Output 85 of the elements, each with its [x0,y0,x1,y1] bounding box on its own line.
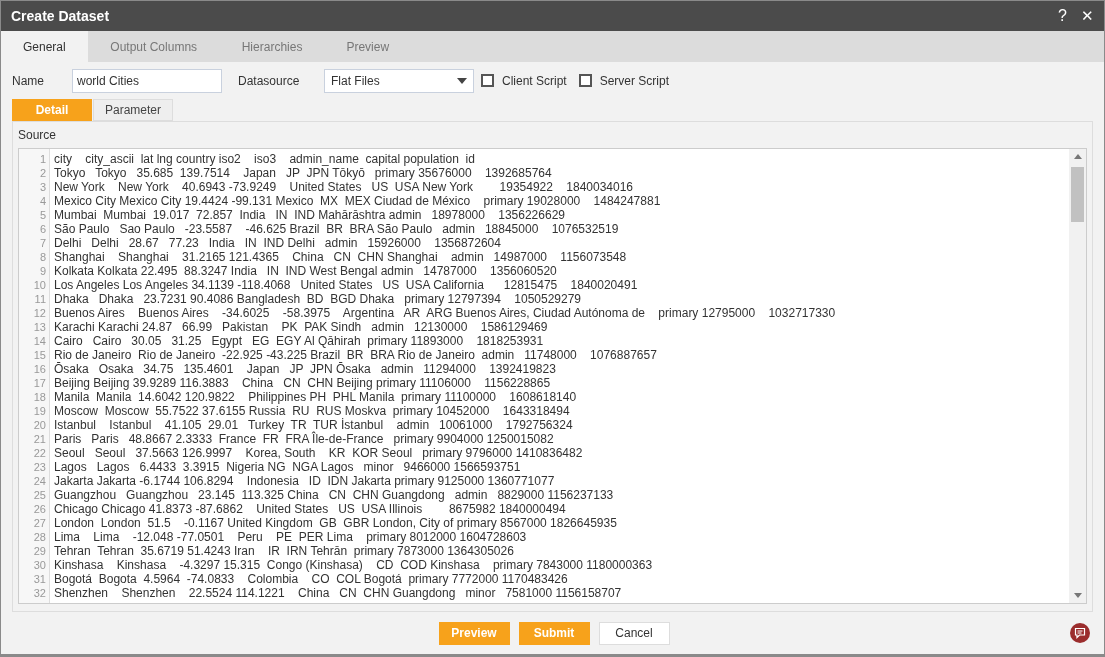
code-line: Karachi Karachi 24.87 66.99 Pakistan PK PAK Sindh admin 12130000 1586129469 [54,320,548,334]
code-line: Tokyo Tokyo 35.685 139.7514 Japan JP JPN Tōkyō primary 35676000 1392685764 [54,166,552,180]
line-number: 21 [33,432,46,446]
checkbox-label: Client Script [502,72,567,90]
line-number: 18 [33,390,46,404]
code-line: Lagos Lagos 6.4433 3.3915 Nigeria NG NGA Lagos minor 9466000 1566593751 [54,460,521,474]
checkbox-label: Server Script [599,72,670,90]
code-line: Los Angeles Los Angeles 34.1139 -118.4068 United States US USA California 12815475 1840020491 [54,278,638,292]
source-label: Source [17,127,58,144]
code-line: Chicago Chicago 41.8373 -87.6862 United States US USA Illinois 8675982 1840000494 [54,502,566,516]
datasource-label: Datasource [238,72,301,90]
code-line: Istanbul Istanbul 41.105 29.01 Turkey TR TUR İstanbul admin 10061000 1792756324 [54,418,573,432]
code-line: Mumbai Mumbai 19.017 72.857 India IN IND Mahārāshtra admin 18978000 1356226629 [54,208,565,222]
line-number: 31 [33,572,46,586]
line-number: 23 [33,460,46,474]
line-number: 17 [33,376,46,390]
line-number: 3 [39,180,46,194]
line-number: 10 [33,278,46,292]
line-number: 15 [33,348,46,362]
subtab[interactable]: Parameter [93,99,173,121]
code-line: Bogotá Bogota 4.5964 -74.0833 Colombia CO COL Bogotá primary 7772000 1170483426 [54,572,568,586]
code-line: Moscow Moscow 55.7522 37.6155 Russia RU RUS Moskva primary 10452000 1643318494 [54,404,570,418]
line-number: 5 [39,208,46,222]
line-number: 29 [33,544,46,558]
line-number: 11 [34,292,46,306]
code-line: Shanghai Shanghai 31.2165 121.4365 China CN CHN Shanghai admin 14987000 1156073548 [54,250,627,264]
checkbox[interactable] [481,74,494,87]
code-line: Tehran Tehran 35.6719 51.4243 Iran IR IRN Tehrān primary 7873000 1364305026 [54,544,514,558]
line-number: 13 [33,320,46,334]
code-line: Rio de Janeiro Rio de Janeiro -22.925 -43.225 Brazil BR BRA Rio de Janeiro admin 11748000 1076887657 [54,348,657,362]
line-number: 22 [33,446,46,460]
code-line: London London 51.5 -0.1167 United Kingdom GB GBR London, City of primary 8567000 1826645935 [54,516,617,530]
line-number: 25 [33,488,46,502]
checkbox[interactable] [578,74,592,87]
window-title: Create Dataset [11,6,111,26]
line-number: 19 [33,404,46,418]
line-number: 1 [39,152,46,166]
line-number: 32 [33,586,46,600]
scroll-down-icon [1073,593,1082,598]
scroll-thumb[interactable] [1071,167,1084,222]
scroll-up-icon [1073,154,1082,159]
line-number: 26 [33,502,46,516]
code-line: Paris Paris 48.8667 2.3333 France FR FRA Île-de-France primary 9904000 1250015082 [54,432,554,446]
code-line: Manila Manila 14.6042 120.9822 Philippines PH PHL Manila primary 11100000 1608618140 [54,390,577,404]
close-button[interactable]: ✕ [1081,4,1094,28]
line-number: 27 [33,516,46,530]
line-number: 2 [39,166,46,180]
code-line: Shenzhen Shenzhen 22.5524 114.1221 China CN CHN Guangdong minor 7581000 1156158707 [54,586,622,600]
code-line: Kolkata Kolkata 22.495 88.3247 India IN IND West Bengal admin 14787000 1356060520 [54,264,557,278]
datasource-dropdown[interactable]: Flat Files [324,68,474,93]
code-line: Cairo Cairo 30.05 31.25 Egypt EG EGY Al Qāhirah primary 11893000 1818253931 [54,334,544,348]
line-number: 24 [33,474,46,488]
code-line: Jakarta Jakarta -6.1744 106.8294 Indonesia ID IDN Jakarta primary 9125000 1360771077 [54,474,555,488]
code-line: New York New York 40.6943 -73.9249 United States US USA New York 19354922 1840034016 [54,180,634,194]
line-number: 8 [39,250,46,264]
code-line: Mexico City Mexico City 19.4424 -99.131 Mexico MX MEX Ciudad de México primary 19028000 1484247881 [54,194,661,208]
code-line: São Paulo Sao Paulo -23.5587 -46.625 Brazil BR BRA São Paulo admin 18845000 1076532519 [54,222,619,236]
tab[interactable]: General [1,31,88,62]
line-number: 9 [39,264,46,278]
line-number: 14 [33,334,46,348]
line-number: 7 [39,236,46,250]
caret-icon [457,77,467,84]
line-number: 12 [33,306,46,320]
line-number: 28 [33,530,46,544]
dialog-button[interactable]: Cancel [598,621,670,645]
line-number: 20 [33,418,46,432]
code-line: Dhaka Dhaka 23.7231 90.4086 Bangladesh BD BGD Dhaka primary 12797394 1050529279 [54,292,582,306]
code-line: Guangzhou Guangzhou 23.145 113.325 China CN CHN Guangdong admin 8829000 1156237133 [54,488,614,502]
chat-icon[interactable] [1070,623,1090,643]
line-number: 30 [33,558,46,572]
line-number: 4 [39,194,46,208]
code-line: Buenos Aires Buenos Aires -34.6025 -58.3975 Argentina AR ARG Buenos Aires, Ciudad Autónoma de primary 12795000 1032717330 [54,306,836,320]
code-line: Delhi Delhi 28.67 77.23 India IN IND Delhi admin 15926000 1356872604 [54,236,501,250]
code-line: city city_ascii lat lng country iso2 iso3 admin_name capital population id [54,152,475,166]
code-line: Seoul Seoul 37.5663 126.9997 Korea, South KR KOR Seoul primary 9796000 1410836482 [54,446,583,460]
line-number: 6 [39,222,46,236]
code-line: Lima Lima -12.048 -77.0501 Peru PE PER Lima primary 8012000 1604728603 [54,530,527,544]
scrollbar[interactable] [1069,149,1086,603]
code-line: Kinshasa Kinshasa -4.3297 15.315 Congo (Kinshasa) CD COD Kinshasa primary 7843000 1180000363 [54,558,653,572]
code-line: Beijing Beijing 39.9289 116.3883 China CN CHN Beijing primary 11106000 1156228865 [54,376,551,390]
name-label: Name [12,72,45,90]
name-field[interactable]: world Cities [72,68,222,93]
code-line: Ōsaka Osaka 34.75 135.4601 Japan JP JPN Ōsaka admin 11294000 1392419823 [54,362,556,376]
help-button[interactable]: ? [1058,4,1067,28]
line-number: 16 [33,362,46,376]
